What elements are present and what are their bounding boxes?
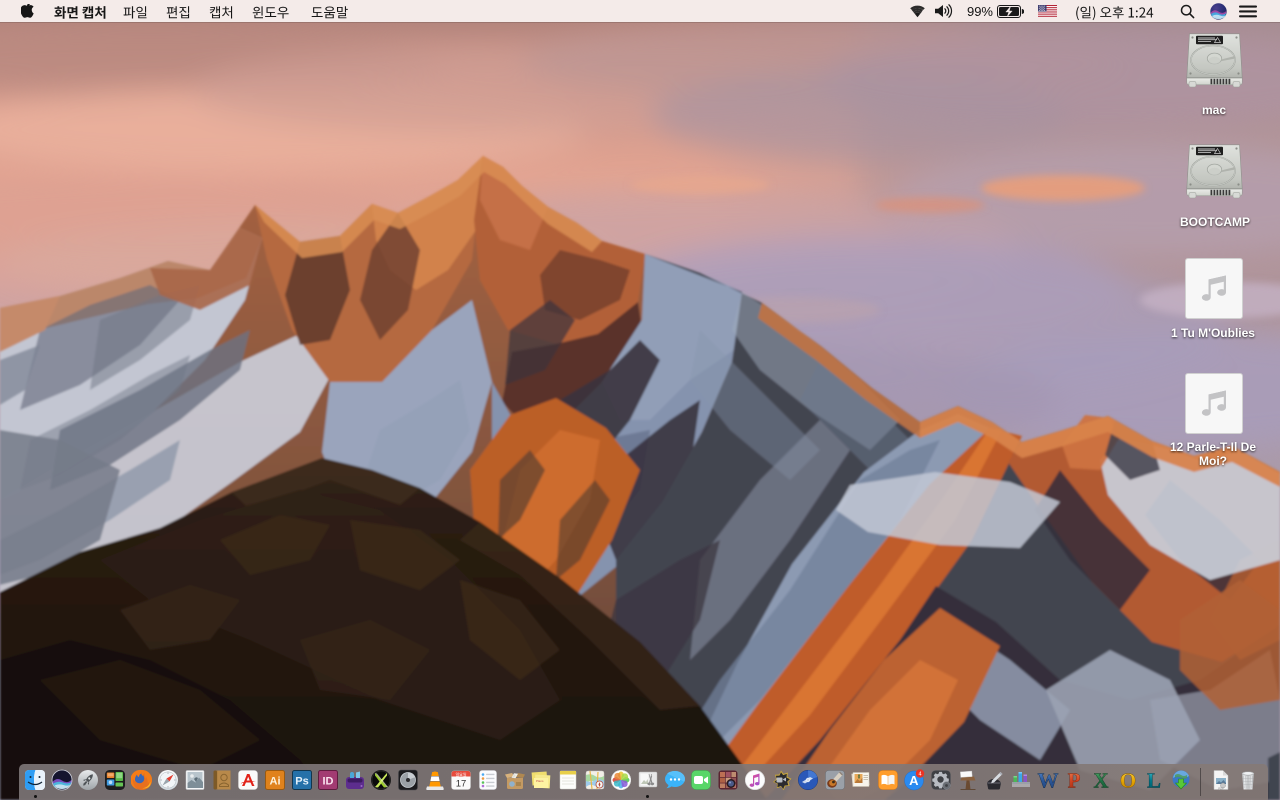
svg-text:W: W (1037, 769, 1058, 791)
svg-text:ID: ID (323, 776, 334, 788)
svg-text:O: O (1119, 769, 1135, 791)
svg-text:17: 17 (456, 779, 467, 790)
svg-text:X: X (1093, 769, 1108, 791)
svg-text:4: 4 (919, 771, 922, 777)
svg-text:PDF: PDF (1218, 787, 1224, 791)
svg-text:Ai: Ai (269, 776, 280, 788)
svg-text:Ps: Ps (295, 776, 308, 788)
svg-text:P: P (1068, 769, 1081, 791)
svg-text:일요일: 일요일 (456, 771, 467, 777)
svg-text:Plans: Plans (536, 779, 544, 783)
svg-text:L: L (1147, 769, 1161, 791)
